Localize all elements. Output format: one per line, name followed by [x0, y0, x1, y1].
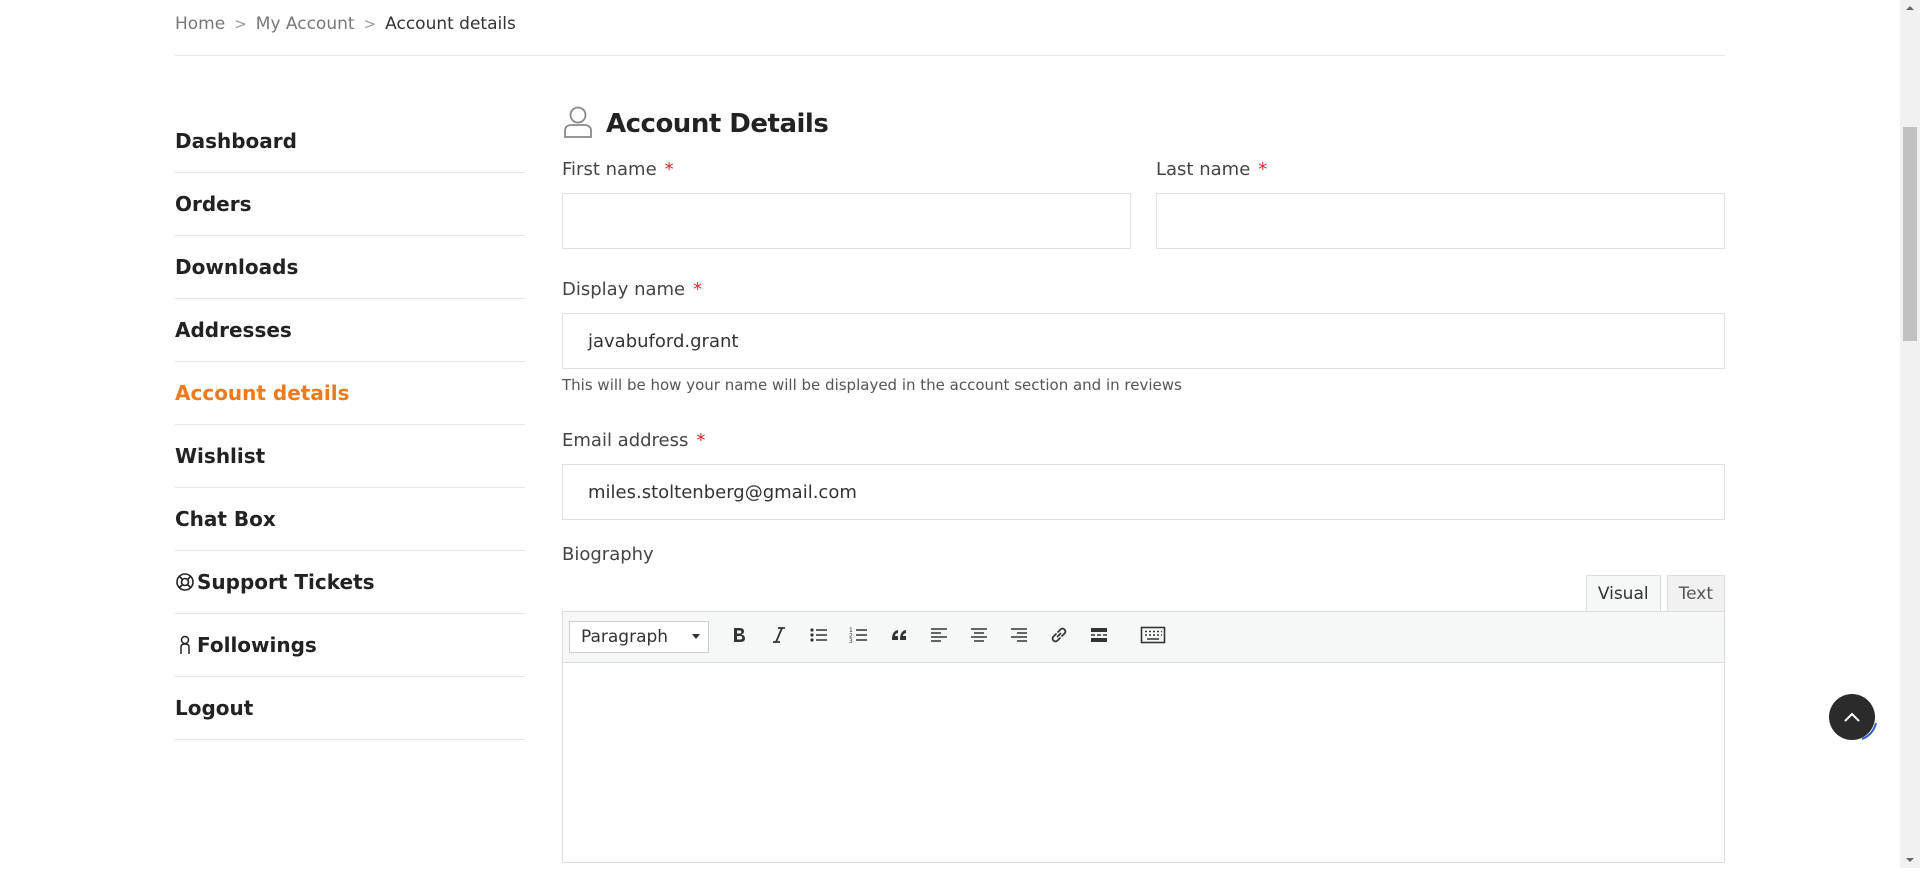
required-mark: *: [1258, 158, 1268, 180]
align-center-icon: [969, 625, 989, 649]
align-left-icon: [929, 625, 949, 649]
bold-icon: [730, 625, 748, 649]
email-label-text: Email address: [562, 429, 689, 451]
italic-icon: [770, 625, 788, 649]
breadcrumb-separator-icon: >: [363, 15, 377, 33]
read-more-icon: [1089, 625, 1109, 649]
breadcrumb-separator-icon: >: [234, 15, 247, 33]
chevron-up-icon: [1843, 708, 1861, 727]
biography-label: Biography: [562, 543, 654, 565]
sidebar-item-dashboard[interactable]: Dashboard: [175, 110, 525, 173]
breadcrumb: Home > My Account > Account details: [175, 12, 516, 36]
sidebar-item-logout[interactable]: Logout: [175, 677, 525, 740]
user-icon: [562, 105, 606, 143]
breadcrumb-home[interactable]: Home: [175, 14, 225, 34]
format-select[interactable]: Paragraph: [569, 621, 709, 653]
page-scrollbar[interactable]: [1900, 0, 1920, 868]
editor-tabs: Visual Text: [562, 575, 1725, 611]
svg-text:3: 3: [849, 638, 853, 645]
blockquote-button[interactable]: [879, 620, 919, 654]
email-field[interactable]: miles.stoltenberg@gmail.com: [562, 464, 1725, 520]
lifebuoy-icon: [175, 572, 195, 592]
display-name-help: This will be how your name will be displ…: [562, 376, 1182, 394]
divider: [175, 55, 1725, 56]
last-name-label: Last name *: [1156, 156, 1725, 182]
sidebar-item-label: Logout: [175, 696, 254, 720]
account-details-form: Account Details First name * Last name *…: [562, 100, 1725, 863]
sidebar-item-orders[interactable]: Orders: [175, 173, 525, 236]
breadcrumb-current: Account details: [385, 14, 516, 34]
email-label: Email address *: [562, 427, 1725, 453]
sidebar-item-followings[interactable]: Followings: [175, 614, 525, 677]
first-name-field[interactable]: [562, 193, 1131, 249]
sidebar-item-chat-box[interactable]: Chat Box: [175, 488, 525, 551]
sidebar-item-account-details[interactable]: Account details: [175, 362, 525, 425]
sidebar-item-label: Dashboard: [175, 129, 297, 153]
first-name-label: First name *: [562, 156, 1131, 182]
chevron-down-icon: [690, 627, 702, 647]
account-sidebar: Dashboard Orders Downloads Addresses Acc…: [175, 110, 525, 740]
sidebar-item-wishlist[interactable]: Wishlist: [175, 425, 525, 488]
read-more-button[interactable]: [1079, 620, 1119, 654]
bullet-list-icon: [809, 625, 829, 649]
sidebar-item-label: Addresses: [175, 318, 292, 342]
display-name-label-text: Display name: [562, 278, 686, 300]
back-to-top-button[interactable]: [1829, 694, 1875, 740]
sidebar-item-label: Orders: [175, 192, 252, 216]
sidebar-item-addresses[interactable]: Addresses: [175, 299, 525, 362]
required-mark: *: [696, 429, 706, 451]
sidebar-item-label: Followings: [197, 633, 317, 657]
biography-editor[interactable]: [562, 663, 1725, 863]
required-mark: *: [664, 158, 674, 180]
user-icon: [175, 635, 195, 655]
last-name-label-text: Last name: [1156, 158, 1251, 180]
keyboard-icon: [1140, 625, 1166, 649]
numbered-list-button[interactable]: 123: [839, 620, 879, 654]
editor-toolbar: Paragraph 123: [562, 611, 1725, 663]
scroll-down-arrow-icon[interactable]: [1900, 852, 1920, 868]
breadcrumb-my-account[interactable]: My Account: [256, 14, 355, 34]
scroll-up-arrow-icon[interactable]: [1900, 0, 1920, 16]
display-name-field[interactable]: javabuford.grant: [562, 313, 1725, 369]
tab-text[interactable]: Text: [1666, 575, 1725, 611]
toolbar-toggle-button[interactable]: [1133, 620, 1173, 654]
bold-button[interactable]: [719, 620, 759, 654]
display-name-label: Display name *: [562, 276, 1725, 302]
align-center-button[interactable]: [959, 620, 999, 654]
bullet-list-button[interactable]: [799, 620, 839, 654]
align-left-button[interactable]: [919, 620, 959, 654]
scrollbar-thumb[interactable]: [1903, 127, 1917, 341]
align-right-button[interactable]: [999, 620, 1039, 654]
sidebar-item-support-tickets[interactable]: Support Tickets: [175, 551, 525, 614]
tab-visual[interactable]: Visual: [1585, 575, 1661, 611]
blockquote-icon: [889, 625, 909, 649]
sidebar-item-downloads[interactable]: Downloads: [175, 236, 525, 299]
required-mark: *: [693, 278, 703, 300]
sidebar-item-label: Wishlist: [175, 444, 266, 468]
insert-link-button[interactable]: [1039, 620, 1079, 654]
page-header: Account Details: [562, 100, 1725, 148]
align-right-icon: [1009, 625, 1029, 649]
page-title: Account Details: [606, 109, 829, 139]
italic-button[interactable]: [759, 620, 799, 654]
numbered-list-icon: 123: [849, 625, 869, 649]
first-name-label-text: First name: [562, 158, 657, 180]
link-icon: [1049, 625, 1069, 649]
last-name-field[interactable]: [1156, 193, 1725, 249]
sidebar-item-label: Support Tickets: [197, 570, 375, 594]
sidebar-item-label: Account details: [175, 381, 350, 405]
format-select-value: Paragraph: [581, 627, 669, 647]
sidebar-item-label: Downloads: [175, 255, 299, 279]
sidebar-item-label: Chat Box: [175, 507, 276, 531]
